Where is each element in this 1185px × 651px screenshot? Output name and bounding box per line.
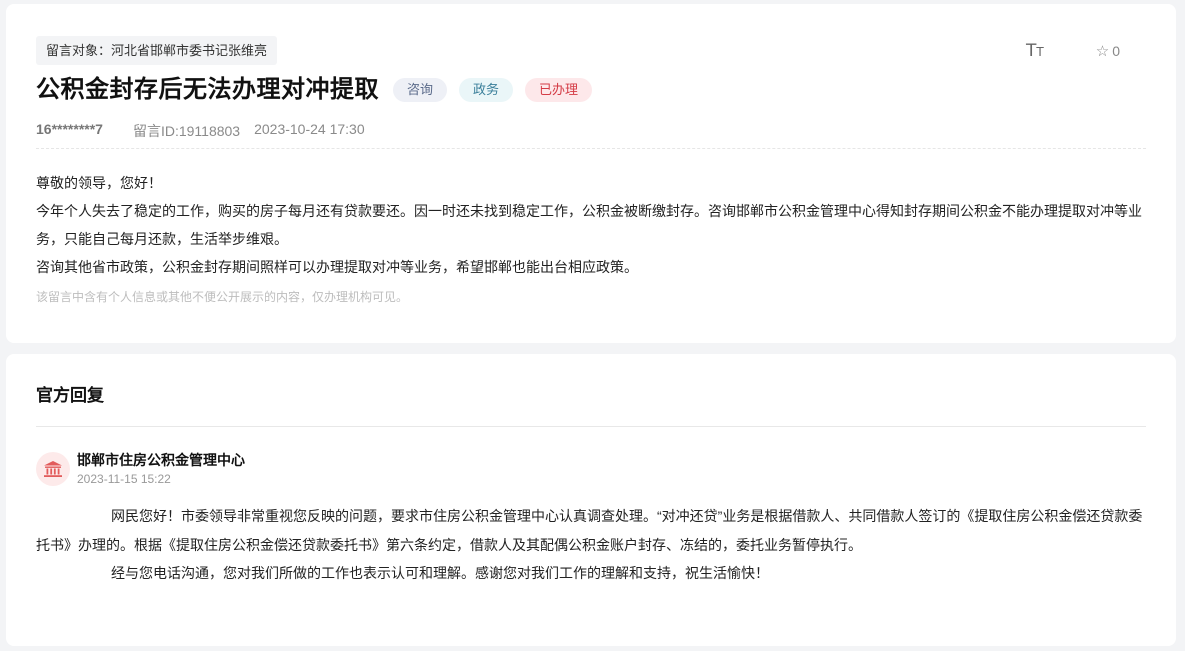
message-target-label: 留言对象：河北省邯郸市委书记张维亮 xyxy=(36,36,278,65)
reply-date: 2023-11-15 15:22 xyxy=(77,472,171,486)
reply-org-name: 邯郸市住房公积金管理中心 xyxy=(77,452,245,468)
star-count: 0 xyxy=(1112,43,1120,59)
message-title: 公积金封存后无法办理对冲提取 xyxy=(36,76,379,103)
message-id: 留言ID:19118803 xyxy=(132,123,241,139)
favorite-button[interactable]: ☆ 0 xyxy=(1096,42,1120,60)
divider xyxy=(36,148,1146,149)
message-paragraph: 今年个人失去了稳定的工作，购买的房子每月还有贷款要还。因一时还未找到稳定工作，公… xyxy=(36,203,1142,247)
reply-card: 官方回复 邯郸市住房公积金管理中心 2023-11-15 15:22 网民您好！… xyxy=(6,354,1176,646)
message-date: 2023-10-24 17:30 xyxy=(254,121,365,137)
reply-body: 网民您好！市委领导非常重视您反映的问题，要求市住房公积金管理中心认真调查处理。“… xyxy=(36,502,1148,588)
message-tools: TT ☆ 0 xyxy=(1026,41,1120,61)
reply-paragraph: 经与您电话沟通，您对我们所做的工作也表示认可和理解。感谢您对我们工作的理解和支持… xyxy=(111,565,769,581)
message-author: 16********7 xyxy=(36,121,103,137)
government-building-icon xyxy=(36,452,70,486)
font-size-icon[interactable]: TT xyxy=(1026,41,1044,61)
privacy-notice: 该留言中含有个人信息或其他不便公开展示的内容，仅办理机构可见。 xyxy=(36,290,409,304)
reply-section-title: 官方回复 xyxy=(36,386,104,405)
message-paragraph: 尊敬的领导，您好！ xyxy=(36,175,162,191)
title-row: 公积金封存后无法办理对冲提取 咨询 政务 已办理 xyxy=(36,72,593,108)
message-card: 留言对象：河北省邯郸市委书记张维亮 TT ☆ 0 公积金封存后无法办理对冲提取 … xyxy=(6,4,1176,343)
status-badge: 已办理 xyxy=(525,78,593,102)
tag-government: 政务 xyxy=(459,78,514,102)
message-body: 尊敬的领导，您好！ 今年个人失去了稳定的工作，购买的房子每月还有贷款要还。因一时… xyxy=(36,169,1148,281)
message-paragraph: 咨询其他省市政策，公积金封存期间照样可以办理提取对冲等业务，希望邯郸也能出台相应… xyxy=(36,259,638,275)
star-icon: ☆ xyxy=(1095,43,1110,60)
message-meta: 16********7 留言ID:19118803 2023-10-24 17:… xyxy=(36,121,365,141)
tag-consult: 咨询 xyxy=(393,78,448,102)
reply-paragraph: 网民您好！市委领导非常重视您反映的问题，要求市住房公积金管理中心认真调查处理。“… xyxy=(36,508,1143,553)
divider xyxy=(36,426,1146,427)
